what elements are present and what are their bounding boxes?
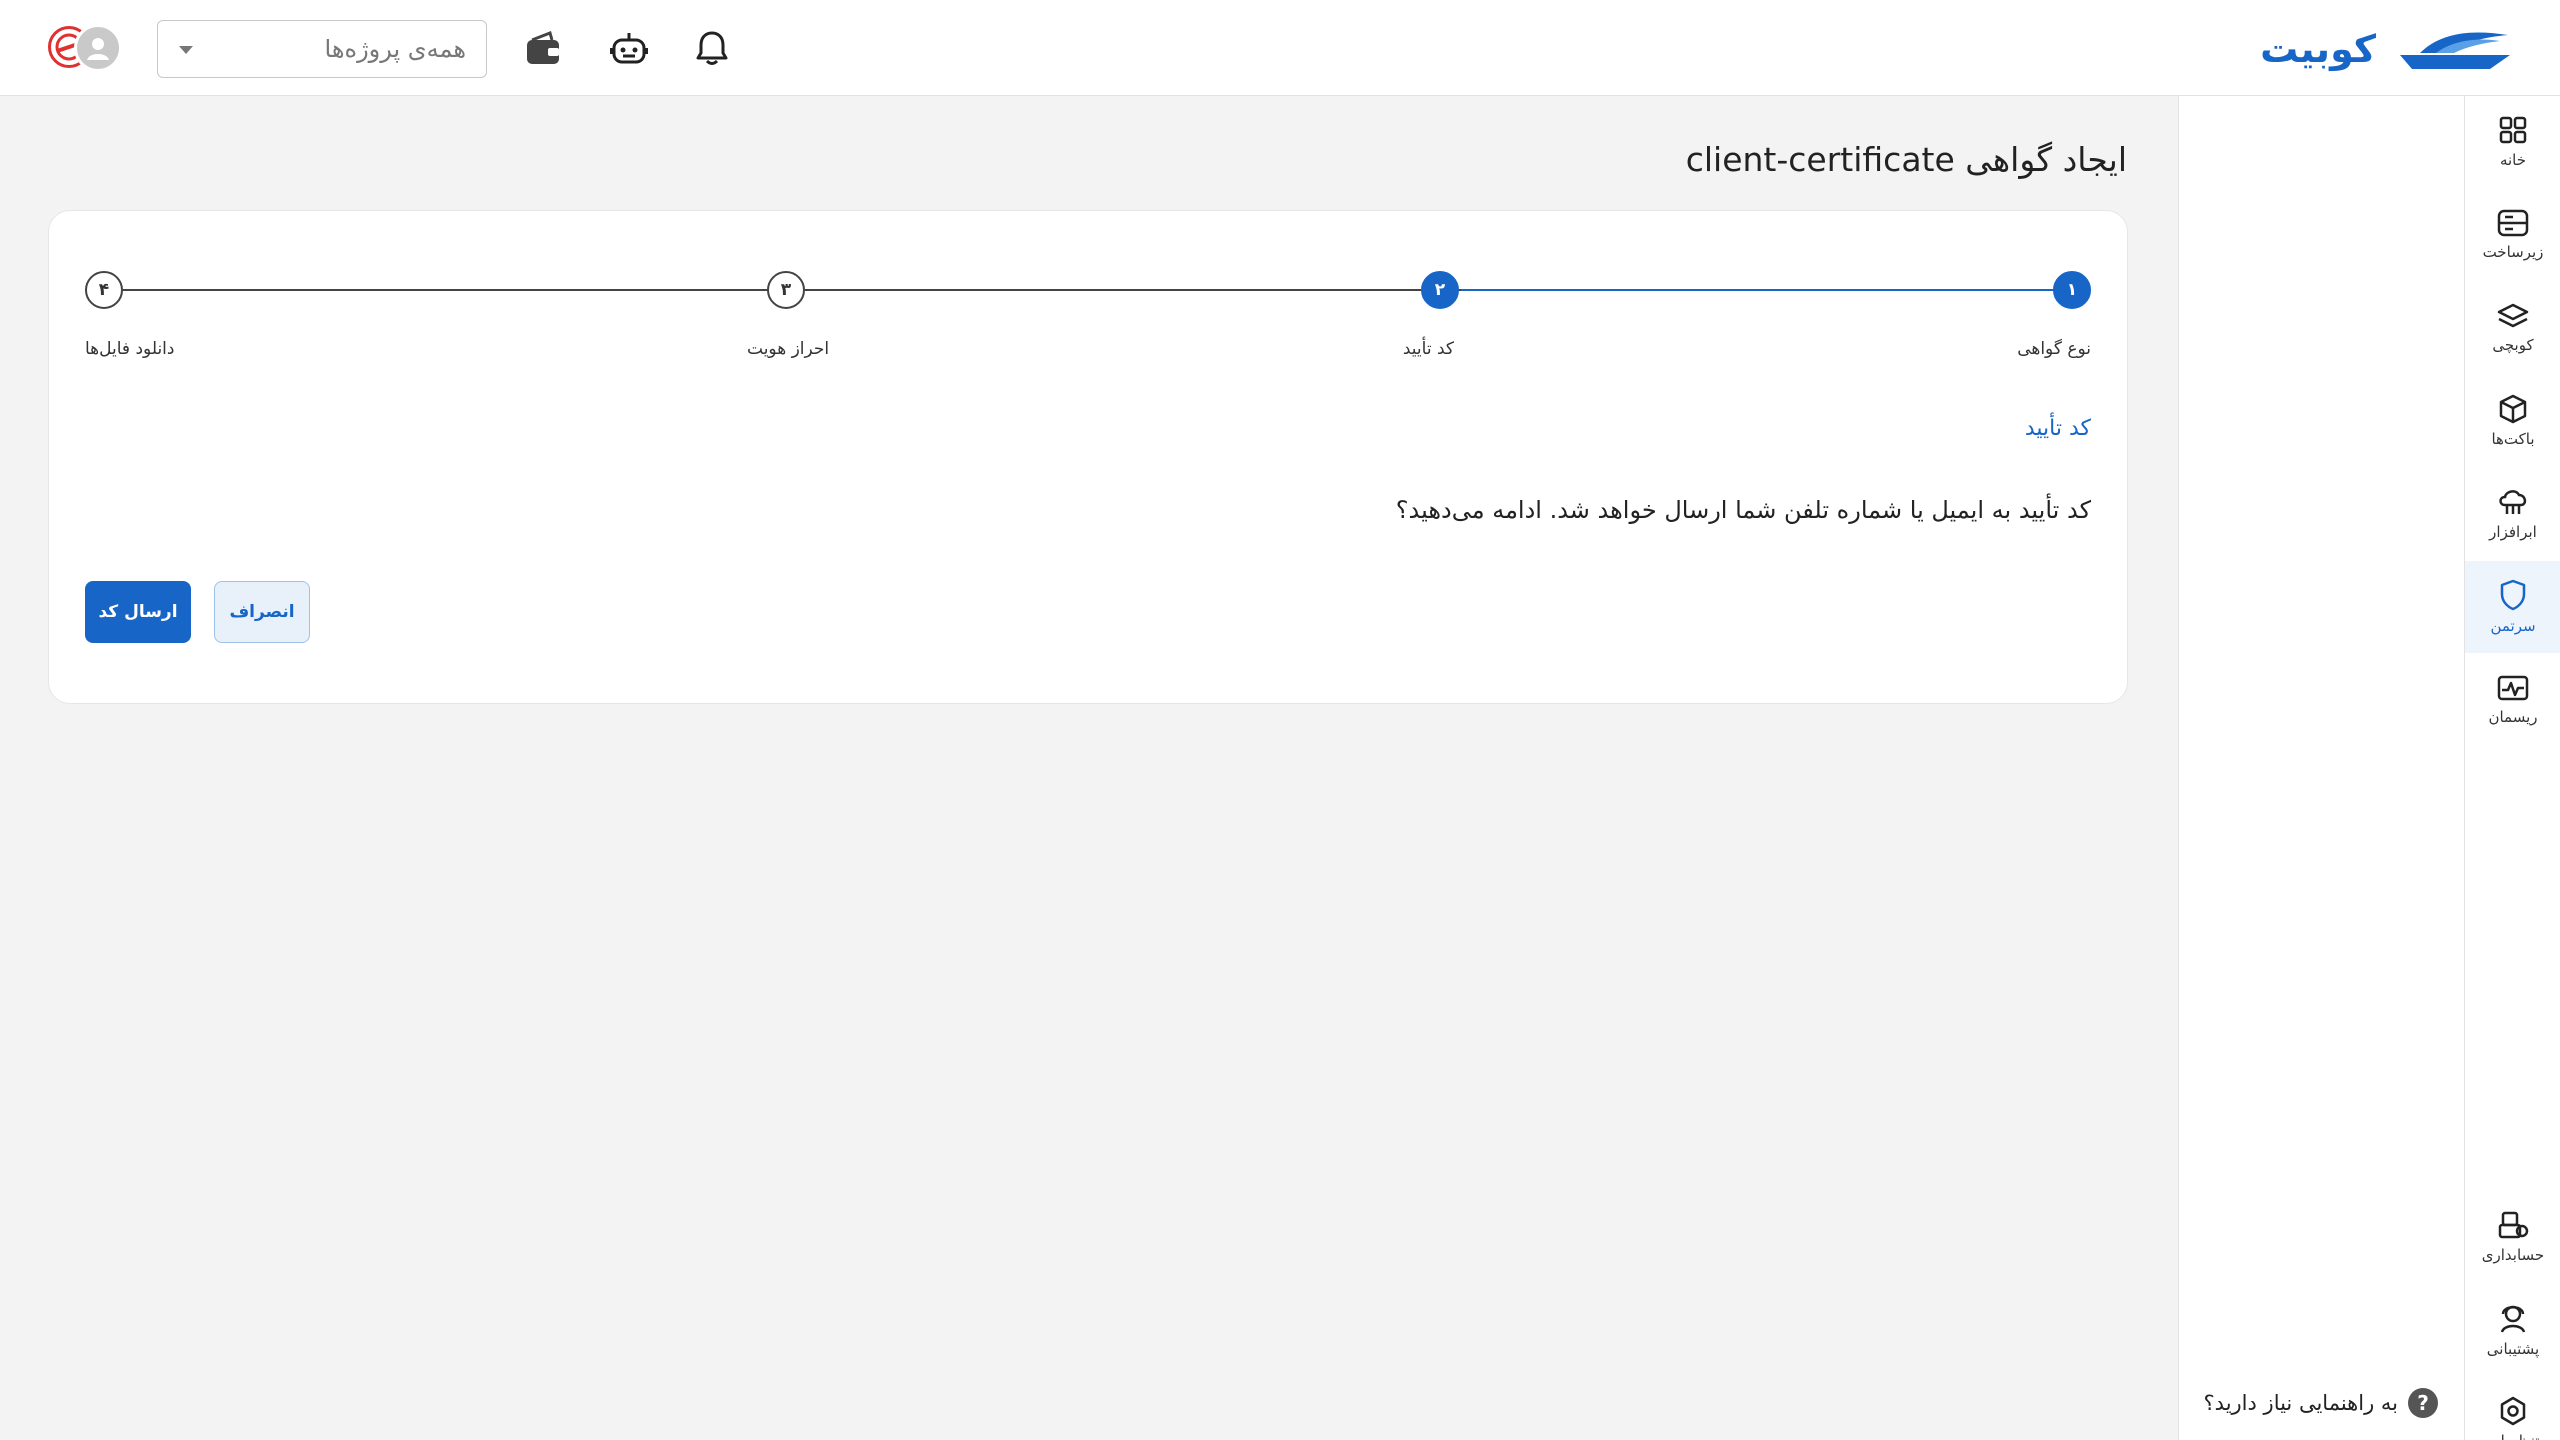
step-3-circle: ۳ (767, 271, 805, 309)
help-panel: ? به راهنمایی نیاز دارید؟ (2178, 96, 2464, 1440)
sidebar-item-settings[interactable]: تنظیمات (2465, 1377, 2560, 1440)
sidebar-item-label: کوبچی (2492, 336, 2534, 354)
shield-icon (2500, 579, 2526, 611)
brand-logo[interactable]: کوبیت (2260, 22, 2520, 76)
project-select-label: همه‌ی پروژه‌ها (324, 35, 466, 63)
sidebar-item-risman[interactable]: ریسمان (2465, 654, 2560, 746)
sidebar-item-buckets[interactable]: باکت‌ها (2465, 375, 2560, 467)
step-2-circle: ۲ (1421, 271, 1459, 309)
sidebar-item-support[interactable]: پشتیبانی (2465, 1284, 2560, 1376)
sidebar-item-kubchi[interactable]: کوبچی (2465, 282, 2560, 374)
help-text: به راهنمایی نیاز دارید؟ (2203, 1391, 2398, 1415)
top-header: کوبیت همه‌ی پروژه‌ها (0, 0, 2560, 96)
step-4-label: دانلود فایل‌ها (85, 339, 175, 359)
layers-icon (2497, 303, 2529, 328)
sidebar-item-label: سرتمن (2490, 617, 2536, 635)
box-icon (2499, 394, 2527, 424)
accounting-icon (2498, 1211, 2529, 1239)
sidebar-item-label: تنظیمات (2487, 1432, 2540, 1440)
step-3-label: احراز هویت (747, 339, 830, 359)
pulse-icon (2497, 675, 2529, 701)
sidebar-item-label: پشتیبانی (2486, 1340, 2540, 1358)
sidebar-item-infrastructure[interactable]: زیرساخت (2465, 189, 2560, 281)
confirmation-message: کد تأیید به ایمیل یا شماره تلفن شما ارسا… (1395, 496, 2091, 524)
sidebar-item-label: ابرافزار (2489, 523, 2537, 541)
wallet-icon[interactable] (521, 26, 565, 70)
settings-icon (2500, 1396, 2526, 1426)
sidebar-nav: خانه زیرساخت کوبچی باکت‌ها ابرافزار سرتم… (2464, 96, 2560, 1440)
certificate-wizard-card: ۱ ۲ ۳ ۴ نوع گواهی کد تأیید احراز هویت دا… (48, 210, 2128, 704)
server-icon (2497, 209, 2529, 237)
step-4-circle: ۴ (85, 271, 123, 309)
cancel-button[interactable]: انصراف (214, 581, 310, 643)
sidebar-item-sertaman[interactable]: سرتمن (2465, 561, 2560, 653)
step-1-circle: ۱ (2053, 271, 2091, 309)
sidebar-item-label: زیرساخت (2482, 243, 2544, 261)
sidebar-item-label: حسابداری (2481, 1246, 2545, 1264)
robot-icon[interactable] (607, 26, 651, 70)
support-icon (2500, 1305, 2526, 1333)
section-title: کد تأیید (2024, 416, 2091, 441)
brand-name: کوبیت (2260, 27, 2376, 71)
help-link[interactable]: ? به راهنمایی نیاز دارید؟ (2204, 1388, 2438, 1418)
sidebar-item-cloud-apps[interactable]: ابرافزار (2465, 468, 2560, 560)
bell-icon[interactable] (690, 26, 734, 70)
grid-icon (2499, 116, 2527, 144)
step-1-label: نوع گواهی (2017, 339, 2091, 359)
chevron-down-icon (178, 40, 194, 59)
step-2-label: کد تأیید (1402, 339, 1454, 359)
send-code-button[interactable]: ارسال کد (85, 581, 191, 643)
user-menu[interactable] (48, 24, 124, 74)
sidebar-item-label: خانه (2499, 151, 2527, 169)
ship-logo-icon (2400, 32, 2510, 69)
project-select[interactable]: همه‌ی پروژه‌ها (157, 20, 487, 78)
cloud-app-icon (2499, 490, 2527, 514)
sidebar-item-label: ریسمان (2488, 708, 2538, 726)
question-icon: ? (2408, 1388, 2438, 1418)
page-title: ایجاد گواهی client-certificate (1685, 140, 2127, 179)
sidebar-item-accounting[interactable]: حسابداری (2465, 1191, 2560, 1283)
user-avatar-icon (74, 24, 122, 72)
stepper-track-done (1461, 289, 2085, 291)
sidebar-item-home[interactable]: خانه (2465, 96, 2560, 188)
sidebar-item-label: باکت‌ها (2491, 430, 2535, 448)
